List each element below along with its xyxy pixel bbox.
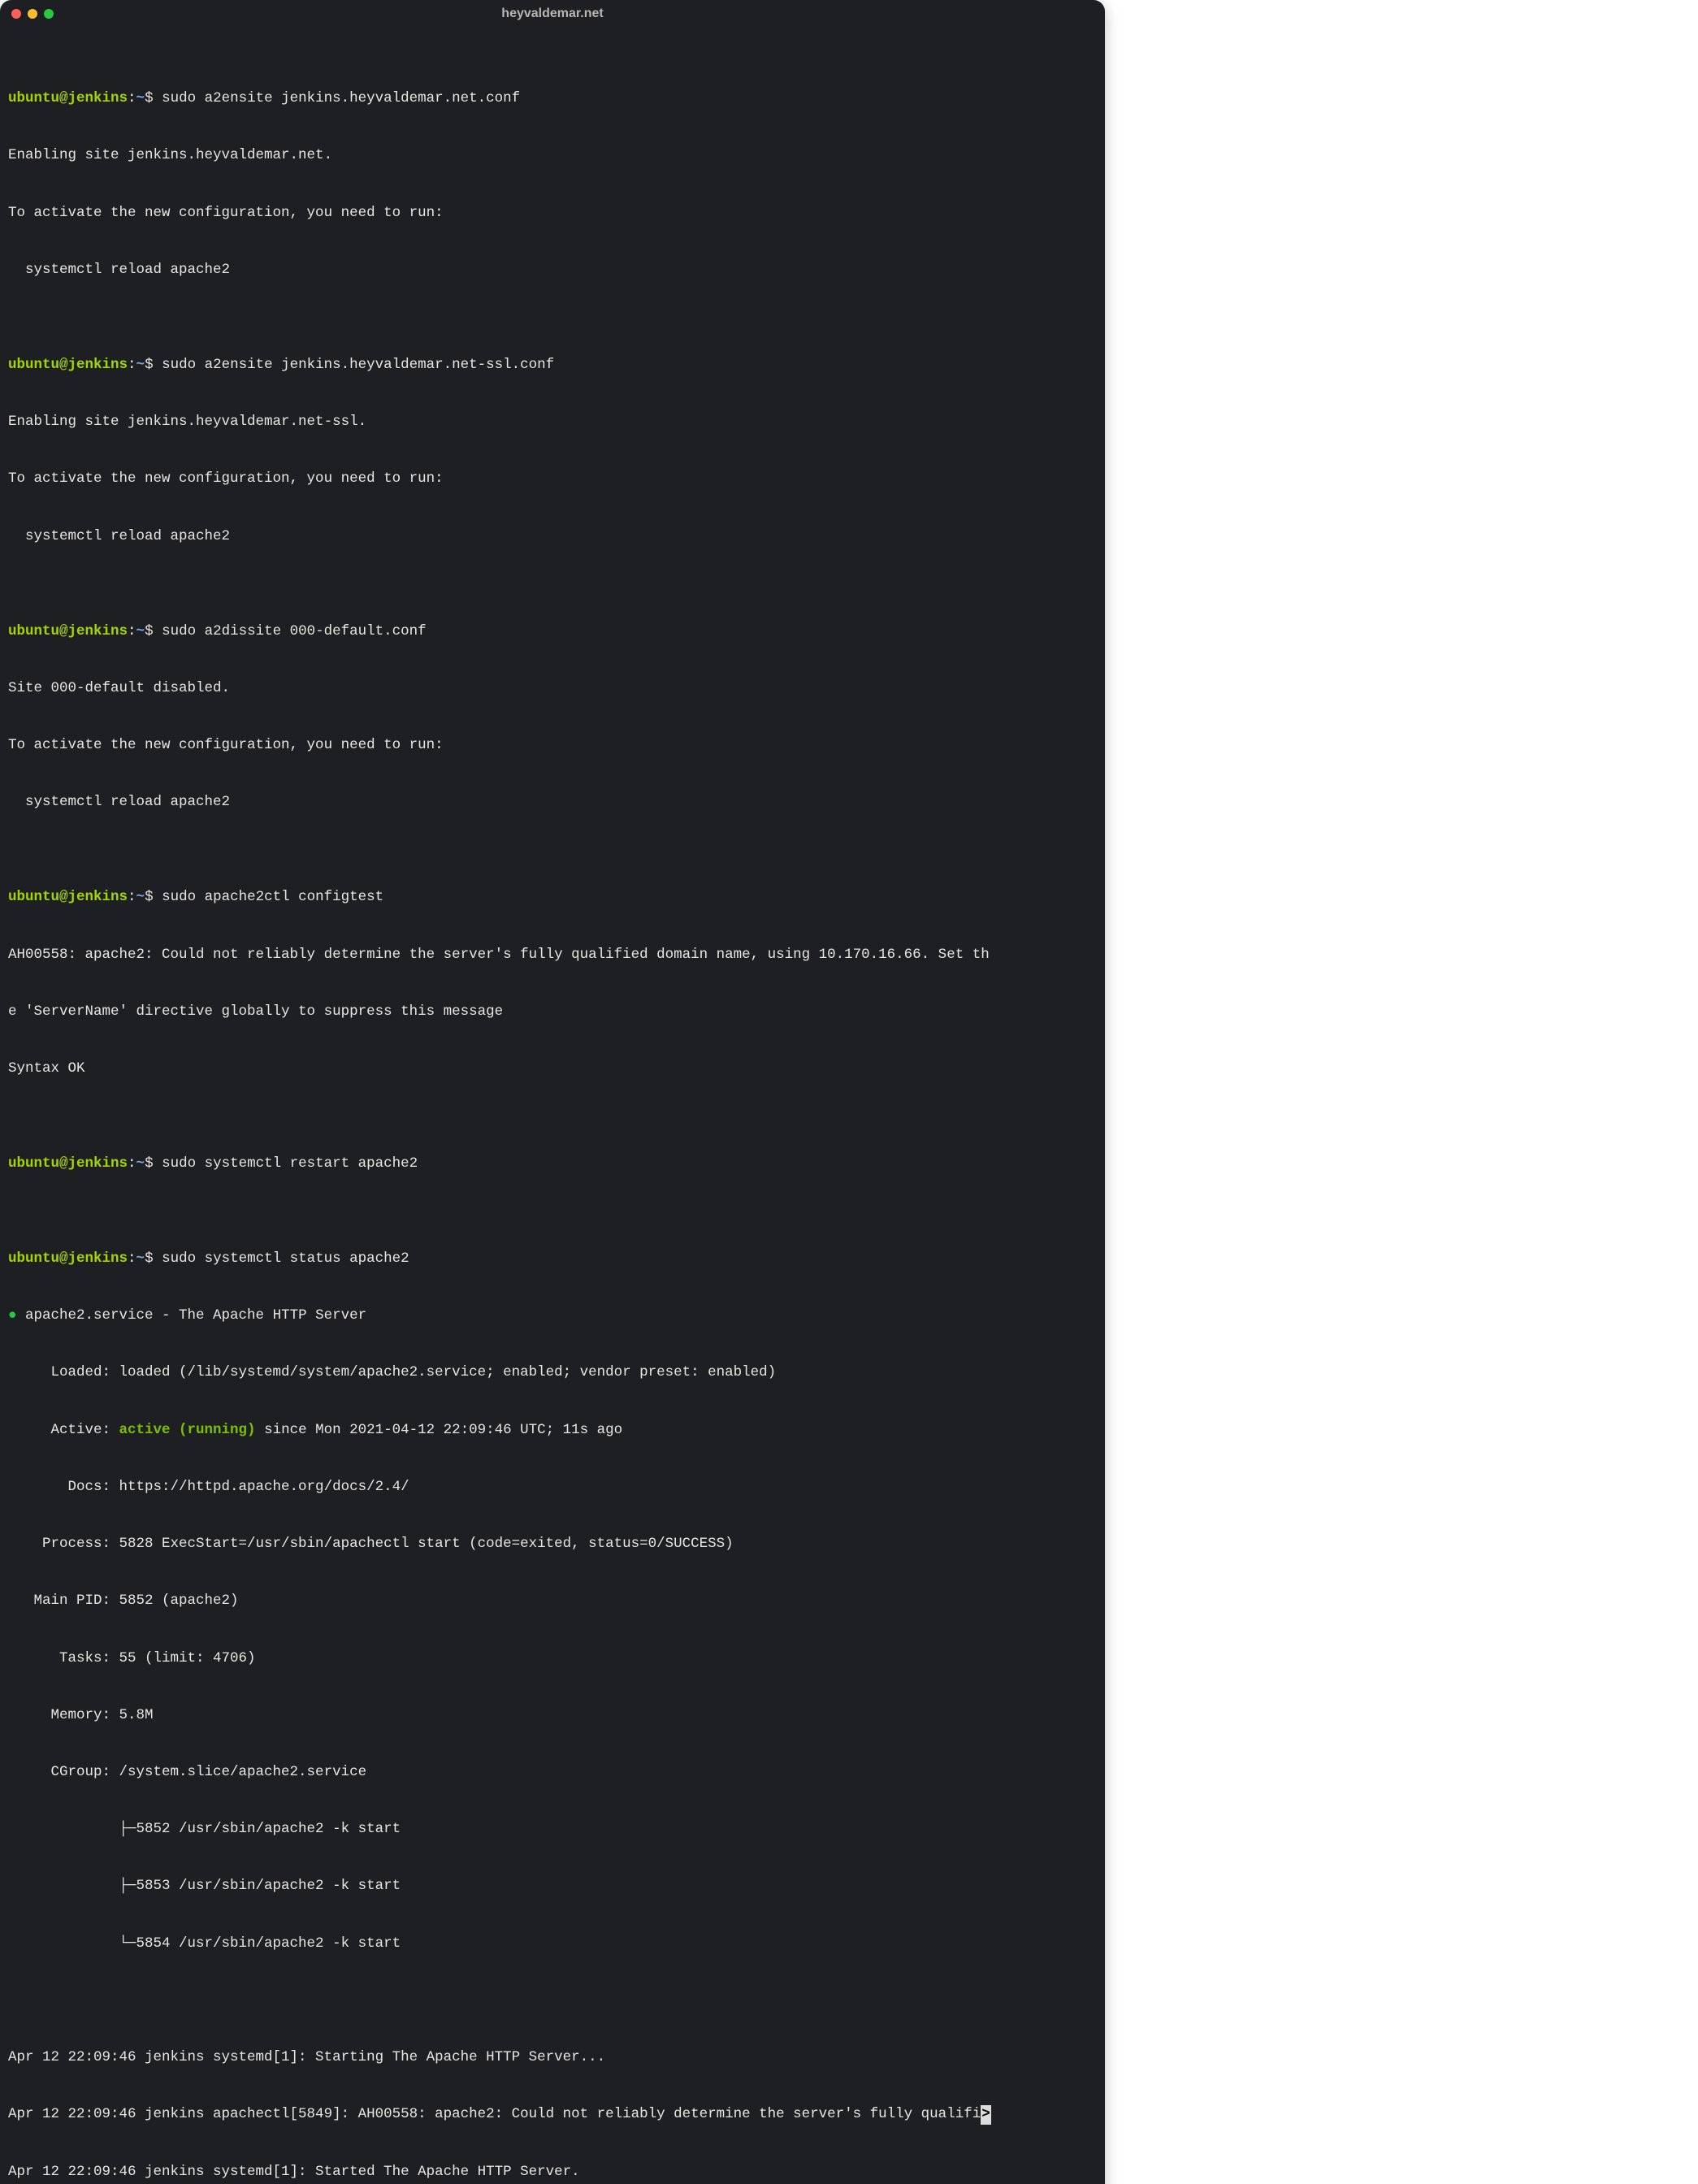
prompt-line: ubuntu@jenkins:~$ sudo systemctl restart… xyxy=(8,1155,1097,1173)
status-tasks: Tasks: 55 (limit: 4706) xyxy=(8,1649,1097,1668)
log-line: Apr 12 22:09:46 jenkins systemd[1]: Star… xyxy=(8,2048,1097,2067)
status-tree-line: ├─5853 /usr/sbin/apache2 -k start xyxy=(8,1877,1097,1896)
output-line: Enabling site jenkins.heyvaldemar.net-ss… xyxy=(8,413,1097,431)
status-active-value: active (running) xyxy=(119,1422,256,1438)
prompt-user: ubuntu@jenkins xyxy=(8,1155,128,1172)
prompt-path: ~ xyxy=(136,357,145,373)
output-line: To activate the new configuration, you n… xyxy=(8,470,1097,488)
prompt-line: ubuntu@jenkins:~$ sudo a2ensite jenkins.… xyxy=(8,89,1097,108)
status-tree-line: ├─5852 /usr/sbin/apache2 -k start xyxy=(8,1820,1097,1839)
prompt-sep: : xyxy=(128,889,136,905)
prompt-sep: : xyxy=(128,90,136,106)
status-dot-icon: ● xyxy=(8,1307,25,1324)
prompt-path: ~ xyxy=(136,1155,145,1172)
command-text: sudo systemctl restart apache2 xyxy=(162,1155,418,1172)
prompt-path: ~ xyxy=(136,1250,145,1267)
prompt-line: ubuntu@jenkins:~$ sudo apache2ctl config… xyxy=(8,888,1097,907)
prompt-sigil: $ xyxy=(145,623,162,639)
output-line: systemctl reload apache2 xyxy=(8,793,1097,812)
prompt-user: ubuntu@jenkins xyxy=(8,90,128,106)
command-text: sudo apache2ctl configtest xyxy=(162,889,383,905)
prompt-user: ubuntu@jenkins xyxy=(8,1250,128,1267)
command-text: sudo a2ensite jenkins.heyvaldemar.net-ss… xyxy=(162,357,554,373)
log-line-body: Apr 12 22:09:46 jenkins apachectl[5849]:… xyxy=(8,2106,981,2122)
status-tree-line: └─5854 /usr/sbin/apache2 -k start xyxy=(8,1935,1097,1953)
output-line: e 'ServerName' directive globally to sup… xyxy=(8,1003,1097,1021)
output-line: AH00558: apache2: Could not reliably det… xyxy=(8,946,1097,964)
prompt-sigil: $ xyxy=(145,1250,162,1267)
status-memory: Memory: 5.8M xyxy=(8,1706,1097,1725)
terminal-content[interactable]: ubuntu@jenkins:~$ sudo a2ensite jenkins.… xyxy=(0,28,1105,2184)
overflow-indicator-icon: > xyxy=(981,2105,991,2124)
prompt-line: ubuntu@jenkins:~$ sudo systemctl status … xyxy=(8,1250,1097,1268)
command-text: sudo systemctl status apache2 xyxy=(162,1250,409,1267)
log-line: Apr 12 22:09:46 jenkins systemd[1]: Star… xyxy=(8,2163,1097,2182)
terminal-window: heyvaldemar.net ubuntu@jenkins:~$ sudo a… xyxy=(0,0,1105,2184)
status-active-label: Active: xyxy=(8,1422,119,1438)
command-text: sudo a2dissite 000-default.conf xyxy=(162,623,427,639)
output-line: To activate the new configuration, you n… xyxy=(8,736,1097,755)
prompt-user: ubuntu@jenkins xyxy=(8,889,128,905)
status-process: Process: 5828 ExecStart=/usr/sbin/apache… xyxy=(8,1535,1097,1554)
prompt-line: ubuntu@jenkins:~$ sudo a2dissite 000-def… xyxy=(8,622,1097,641)
prompt-sep: : xyxy=(128,1155,136,1172)
minimize-icon[interactable] xyxy=(28,9,37,19)
prompt-line: ubuntu@jenkins:~$ sudo a2ensite jenkins.… xyxy=(8,356,1097,375)
output-line: Enabling site jenkins.heyvaldemar.net. xyxy=(8,146,1097,165)
output-line: To activate the new configuration, you n… xyxy=(8,204,1097,223)
status-active-since: since Mon 2021-04-12 22:09:46 UTC; 11s a… xyxy=(256,1422,623,1438)
output-line: Site 000-default disabled. xyxy=(8,679,1097,698)
close-icon[interactable] xyxy=(11,9,21,19)
status-service-line: apache2.service - The Apache HTTP Server xyxy=(25,1307,366,1324)
status-title: ● apache2.service - The Apache HTTP Serv… xyxy=(8,1306,1097,1325)
status-docs: Docs: https://httpd.apache.org/docs/2.4/ xyxy=(8,1478,1097,1497)
command-text: sudo a2ensite jenkins.heyvaldemar.net.co… xyxy=(162,90,520,106)
prompt-user: ubuntu@jenkins xyxy=(8,623,128,639)
prompt-sigil: $ xyxy=(145,357,162,373)
status-cgroup: CGroup: /system.slice/apache2.service xyxy=(8,1763,1097,1782)
output-line: systemctl reload apache2 xyxy=(8,527,1097,546)
prompt-sep: : xyxy=(128,1250,136,1267)
status-active: Active: active (running) since Mon 2021-… xyxy=(8,1421,1097,1440)
prompt-sep: : xyxy=(128,623,136,639)
status-mainpid: Main PID: 5852 (apache2) xyxy=(8,1592,1097,1610)
prompt-sep: : xyxy=(128,357,136,373)
prompt-path: ~ xyxy=(136,623,145,639)
zoom-icon[interactable] xyxy=(44,9,54,19)
output-line: Syntax OK xyxy=(8,1060,1097,1078)
window-title: heyvaldemar.net xyxy=(0,4,1105,23)
output-line: systemctl reload apache2 xyxy=(8,261,1097,280)
prompt-sigil: $ xyxy=(145,889,162,905)
prompt-path: ~ xyxy=(136,90,145,106)
titlebar: heyvaldemar.net xyxy=(0,0,1105,28)
prompt-path: ~ xyxy=(136,889,145,905)
blank-line xyxy=(8,1991,1097,2010)
prompt-user: ubuntu@jenkins xyxy=(8,357,128,373)
log-line: Apr 12 22:09:46 jenkins apachectl[5849]:… xyxy=(8,2105,1097,2124)
window-controls xyxy=(11,9,54,19)
prompt-sigil: $ xyxy=(145,90,162,106)
status-loaded: Loaded: loaded (/lib/systemd/system/apac… xyxy=(8,1363,1097,1382)
prompt-sigil: $ xyxy=(145,1155,162,1172)
